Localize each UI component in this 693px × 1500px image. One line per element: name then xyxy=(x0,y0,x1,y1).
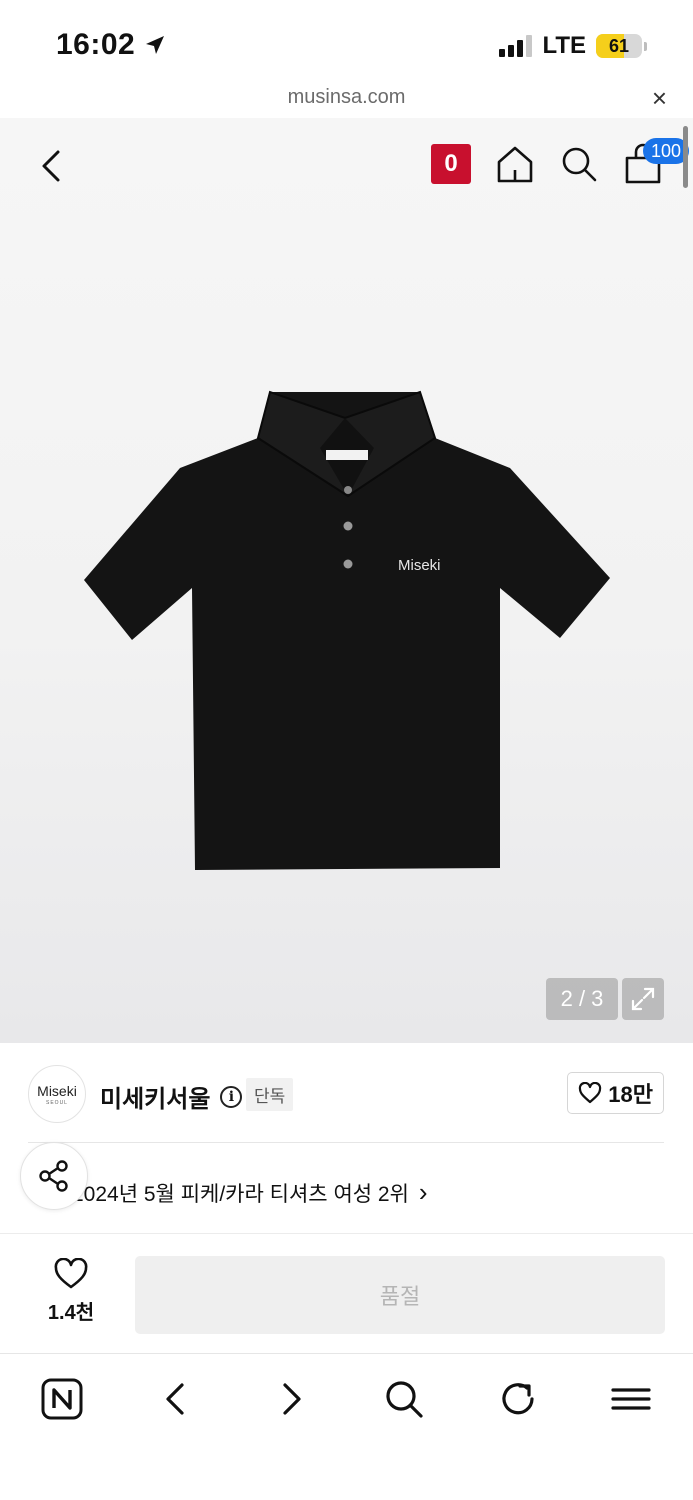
battery-level: 61 xyxy=(608,35,630,56)
purchase-action-bar: 1.4천 품절 xyxy=(0,1233,693,1353)
image-pager: 2 / 3 xyxy=(546,978,618,1020)
search-icon[interactable] xyxy=(559,144,599,184)
brand-like-count: 18만 xyxy=(608,1082,653,1107)
brand-logo[interactable]: Miseki SEOUL xyxy=(28,1065,86,1123)
expand-icon[interactable] xyxy=(629,985,657,1013)
info-icon[interactable]: i xyxy=(220,1085,243,1108)
network-type: LTE xyxy=(542,32,586,59)
status-bar: 16:02 LTE 61 xyxy=(0,0,693,86)
brand-name[interactable]: 미세키서울 xyxy=(100,1079,210,1114)
header-icons: 0 100 xyxy=(431,138,689,186)
location-arrow-icon xyxy=(146,36,165,54)
refresh-button[interactable] xyxy=(495,1376,541,1422)
ranking-row[interactable]: 2024년 5월 피케/카라 티셔츠 여성 2위 › xyxy=(0,1143,693,1233)
close-icon[interactable]: × xyxy=(652,85,667,111)
wishlist-count: 1.4천 xyxy=(47,1302,95,1324)
expand-button[interactable] xyxy=(622,978,664,1020)
nav-back-icon[interactable] xyxy=(154,1377,198,1421)
cart-button[interactable]: 100 xyxy=(623,138,689,186)
product-shirt-image[interactable]: Miseki xyxy=(80,388,612,878)
url-domain[interactable]: musinsa.com xyxy=(0,86,693,109)
menu-button[interactable] xyxy=(608,1376,654,1422)
nav-search-button[interactable] xyxy=(381,1376,427,1422)
brand-row: Miseki SEOUL 미세키서울 i 단독 18만 xyxy=(0,1043,693,1143)
chevron-right-icon: › xyxy=(418,1177,428,1207)
nav-back-button[interactable] xyxy=(153,1376,199,1422)
brand-name-link[interactable]: 미세키서울 i xyxy=(100,1079,243,1114)
scrollbar[interactable] xyxy=(683,126,688,188)
battery-tip xyxy=(644,41,647,51)
brand-like-button[interactable]: 18만 xyxy=(567,1072,664,1114)
naver-button[interactable] xyxy=(39,1376,85,1422)
naver-icon[interactable] xyxy=(40,1377,84,1421)
exclusive-badge: 단독 xyxy=(246,1078,294,1111)
home-icon[interactable] xyxy=(495,144,535,184)
share-icon[interactable] xyxy=(37,1159,71,1193)
heart-icon[interactable] xyxy=(53,1258,89,1290)
status-time-text: 16:02 xyxy=(56,28,136,61)
nav-forward-icon[interactable] xyxy=(269,1377,313,1421)
ranking-link[interactable]: 2024년 5월 피케/카라 티셔츠 여성 2위 › xyxy=(72,1177,428,1208)
soldout-button[interactable]: 품절 xyxy=(135,1256,665,1334)
nav-search-icon[interactable] xyxy=(382,1377,426,1421)
heart-icon xyxy=(579,1082,602,1104)
brand-logo-subtext: SEOUL xyxy=(46,1099,68,1106)
status-time: 16:02 xyxy=(56,28,167,62)
ranking-text[interactable]: 2024년 5월 피케/카라 티셔츠 여성 2위 xyxy=(72,1178,409,1208)
share-button[interactable] xyxy=(20,1142,88,1210)
brand-logo-text: Miseki xyxy=(37,1082,77,1099)
browser-toolbar xyxy=(0,1353,693,1500)
shirt-logo-text: Miseki xyxy=(398,557,441,574)
battery-icon: 61 xyxy=(596,34,642,58)
signal-icon xyxy=(499,35,533,57)
wishlist-button[interactable]: 1.4천 xyxy=(40,1258,102,1325)
status-indicators: LTE 61 xyxy=(499,32,647,60)
product-image-area[interactable]: 0 100 Miseki 2 / 3 xyxy=(0,118,693,1043)
nav-forward-button[interactable] xyxy=(268,1376,314,1422)
refresh-icon[interactable] xyxy=(496,1377,540,1421)
musinsa-badge[interactable]: 0 xyxy=(431,144,471,184)
menu-icon[interactable] xyxy=(609,1377,653,1421)
url-bar[interactable]: musinsa.com × xyxy=(0,85,693,118)
back-icon[interactable] xyxy=(36,146,66,186)
